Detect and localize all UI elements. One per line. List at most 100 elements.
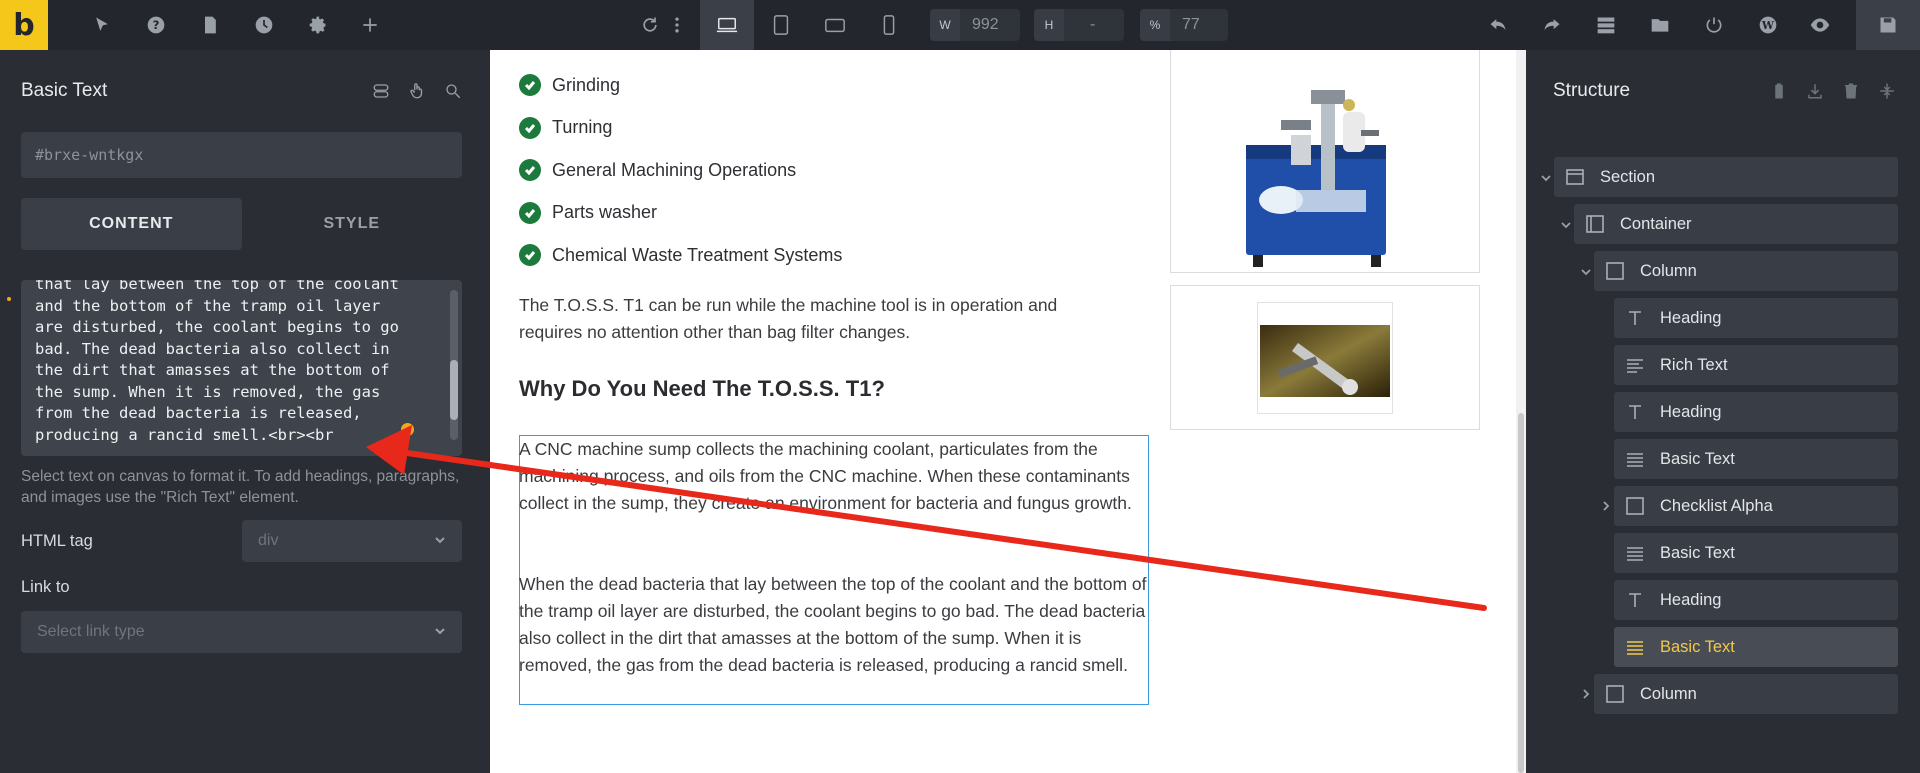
pages-icon[interactable] xyxy=(198,13,222,37)
product-image-card[interactable] xyxy=(1170,50,1480,273)
structure-actions xyxy=(1768,80,1898,102)
clipboard-icon[interactable] xyxy=(1768,80,1790,102)
tree-item-label: Basic Text xyxy=(1660,543,1735,562)
height-value[interactable]: - xyxy=(1064,16,1107,34)
chevron-down-icon xyxy=(432,532,448,548)
trash-icon[interactable] xyxy=(1840,80,1862,102)
list-item[interactable]: Turning xyxy=(519,107,842,150)
list-item[interactable]: Grinding xyxy=(519,64,842,107)
width-field[interactable]: W 992 xyxy=(930,9,1020,41)
tree-item-checklist-alpha[interactable]: Checklist Alpha xyxy=(1614,486,1898,526)
desktop-breakpoint-button[interactable] xyxy=(700,0,754,50)
text-content-textarea[interactable]: that lay between the top of the coolant … xyxy=(21,280,462,456)
tree-item-container[interactable]: Container xyxy=(1574,204,1898,244)
element-settings-panel: Basic Text #brxe-wntkgx CONTENT STYLE th… xyxy=(0,50,490,773)
save-button[interactable] xyxy=(1856,0,1920,50)
tree-item-label: Basic Text xyxy=(1660,637,1735,656)
list-item[interactable]: Chemical Waste Treatment Systems xyxy=(519,234,842,277)
heading-icon xyxy=(1624,401,1646,423)
history-icon[interactable] xyxy=(252,13,276,37)
list-item[interactable]: Parts washer xyxy=(519,192,842,235)
tree-item-column[interactable]: Column xyxy=(1594,251,1898,291)
download-icon[interactable] xyxy=(1804,80,1826,102)
canvas-scrollbar[interactable] xyxy=(1516,50,1526,773)
tree-item-label: Column xyxy=(1640,261,1697,280)
search-icon[interactable] xyxy=(442,80,464,102)
tree-item-label: Heading xyxy=(1660,402,1722,421)
chevron-right-icon[interactable] xyxy=(1598,498,1614,514)
section-heading[interactable]: Why Do You Need The T.O.S.S. T1? xyxy=(519,376,885,402)
mobile-breakpoint-button[interactable] xyxy=(862,0,916,50)
top-toolbar: b ? W 992 H - % 77 W xyxy=(0,0,1920,50)
tree-item-label: Column xyxy=(1640,684,1697,703)
intro-paragraph[interactable]: The T.O.S.S. T1 can be run while the mac… xyxy=(519,292,1119,346)
tree-item-column[interactable]: Column xyxy=(1594,674,1898,714)
chevron-down-icon[interactable] xyxy=(1578,264,1594,280)
list-item-label: Grinding xyxy=(552,74,621,95)
tree-item-heading[interactable]: Heading xyxy=(1614,580,1898,620)
undo-icon[interactable] xyxy=(1486,13,1510,37)
tree-item-label: Basic Text xyxy=(1660,449,1735,468)
more-vertical-icon[interactable] xyxy=(670,13,684,37)
height-field[interactable]: H - xyxy=(1034,9,1124,41)
tablet-portrait-breakpoint-button[interactable] xyxy=(754,0,808,50)
html-tag-select[interactable]: div xyxy=(242,520,462,562)
preview-eye-icon[interactable] xyxy=(1808,13,1832,37)
tree-item-basic-text[interactable]: Basic Text xyxy=(1614,533,1898,573)
cursor-icon[interactable] xyxy=(90,13,114,37)
heading-icon xyxy=(1624,307,1646,329)
tree-item-label: Checklist Alpha xyxy=(1660,496,1773,515)
wordpress-icon[interactable]: W xyxy=(1756,13,1780,37)
zoom-field[interactable]: % 77 xyxy=(1140,9,1228,41)
tree-item-heading[interactable]: Heading xyxy=(1614,392,1898,432)
section-icon xyxy=(1564,166,1586,188)
refresh-icon[interactable] xyxy=(638,13,662,37)
width-value[interactable]: 992 xyxy=(960,16,1011,34)
tree-item-section[interactable]: Section xyxy=(1554,157,1898,197)
list-item-label: Parts washer xyxy=(552,202,658,223)
textarea-scrollbar[interactable] xyxy=(450,290,458,440)
body-paragraph-2[interactable]: When the dead bacteria that lay between … xyxy=(519,571,1149,679)
resize-handle[interactable] xyxy=(401,423,414,436)
container-icon xyxy=(1584,213,1606,235)
column-icon xyxy=(1604,260,1626,282)
add-icon[interactable] xyxy=(358,13,382,37)
list-item[interactable]: General Machining Operations xyxy=(519,149,842,192)
product-image-card[interactable] xyxy=(1170,285,1480,430)
settings-gear-icon[interactable] xyxy=(306,13,330,37)
tree-item-label: Heading xyxy=(1660,590,1722,609)
chevron-right-icon[interactable] xyxy=(1578,686,1594,702)
toggle-icon[interactable] xyxy=(370,80,392,102)
hand-pointer-icon[interactable] xyxy=(406,80,428,102)
structure-title: Structure xyxy=(1553,80,1631,101)
column-icon xyxy=(1604,683,1626,705)
redo-icon[interactable] xyxy=(1540,13,1564,37)
tree-item-heading[interactable]: Heading xyxy=(1614,298,1898,338)
textarea-value[interactable]: that lay between the top of the coolant … xyxy=(21,280,462,446)
element-id-field[interactable]: #brxe-wntkgx xyxy=(21,132,462,178)
builder-canvas: Grinding Turning General Machining Opera… xyxy=(490,50,1526,773)
link-type-select[interactable]: Select link type xyxy=(21,611,462,653)
chevron-down-icon[interactable] xyxy=(1558,217,1574,233)
builder-logo[interactable]: b xyxy=(0,0,48,50)
tab-style[interactable]: STYLE xyxy=(242,198,463,250)
tablet-landscape-icon xyxy=(825,18,845,33)
power-icon[interactable] xyxy=(1702,13,1726,37)
zoom-value[interactable]: 77 xyxy=(1170,16,1212,34)
tablet-landscape-breakpoint-button[interactable] xyxy=(808,0,862,50)
chevron-down-icon[interactable] xyxy=(1538,170,1554,186)
help-icon[interactable]: ? xyxy=(144,13,168,37)
tree-item-basic-text-active[interactable]: Basic Text xyxy=(1614,627,1898,667)
templates-icon[interactable] xyxy=(1594,13,1618,37)
height-label: H xyxy=(1034,9,1064,41)
folder-icon[interactable] xyxy=(1648,13,1672,37)
collapse-icon[interactable] xyxy=(1876,80,1898,102)
check-circle-icon xyxy=(519,74,541,97)
tree-item-basic-text[interactable]: Basic Text xyxy=(1614,439,1898,479)
check-circle-icon xyxy=(519,159,541,182)
check-circle-icon xyxy=(519,244,541,267)
tree-item-rich-text[interactable]: Rich Text xyxy=(1614,345,1898,385)
width-label: W xyxy=(930,9,960,41)
body-paragraph-1[interactable]: A CNC machine sump collects the machinin… xyxy=(519,436,1149,517)
tab-content[interactable]: CONTENT xyxy=(21,198,242,250)
